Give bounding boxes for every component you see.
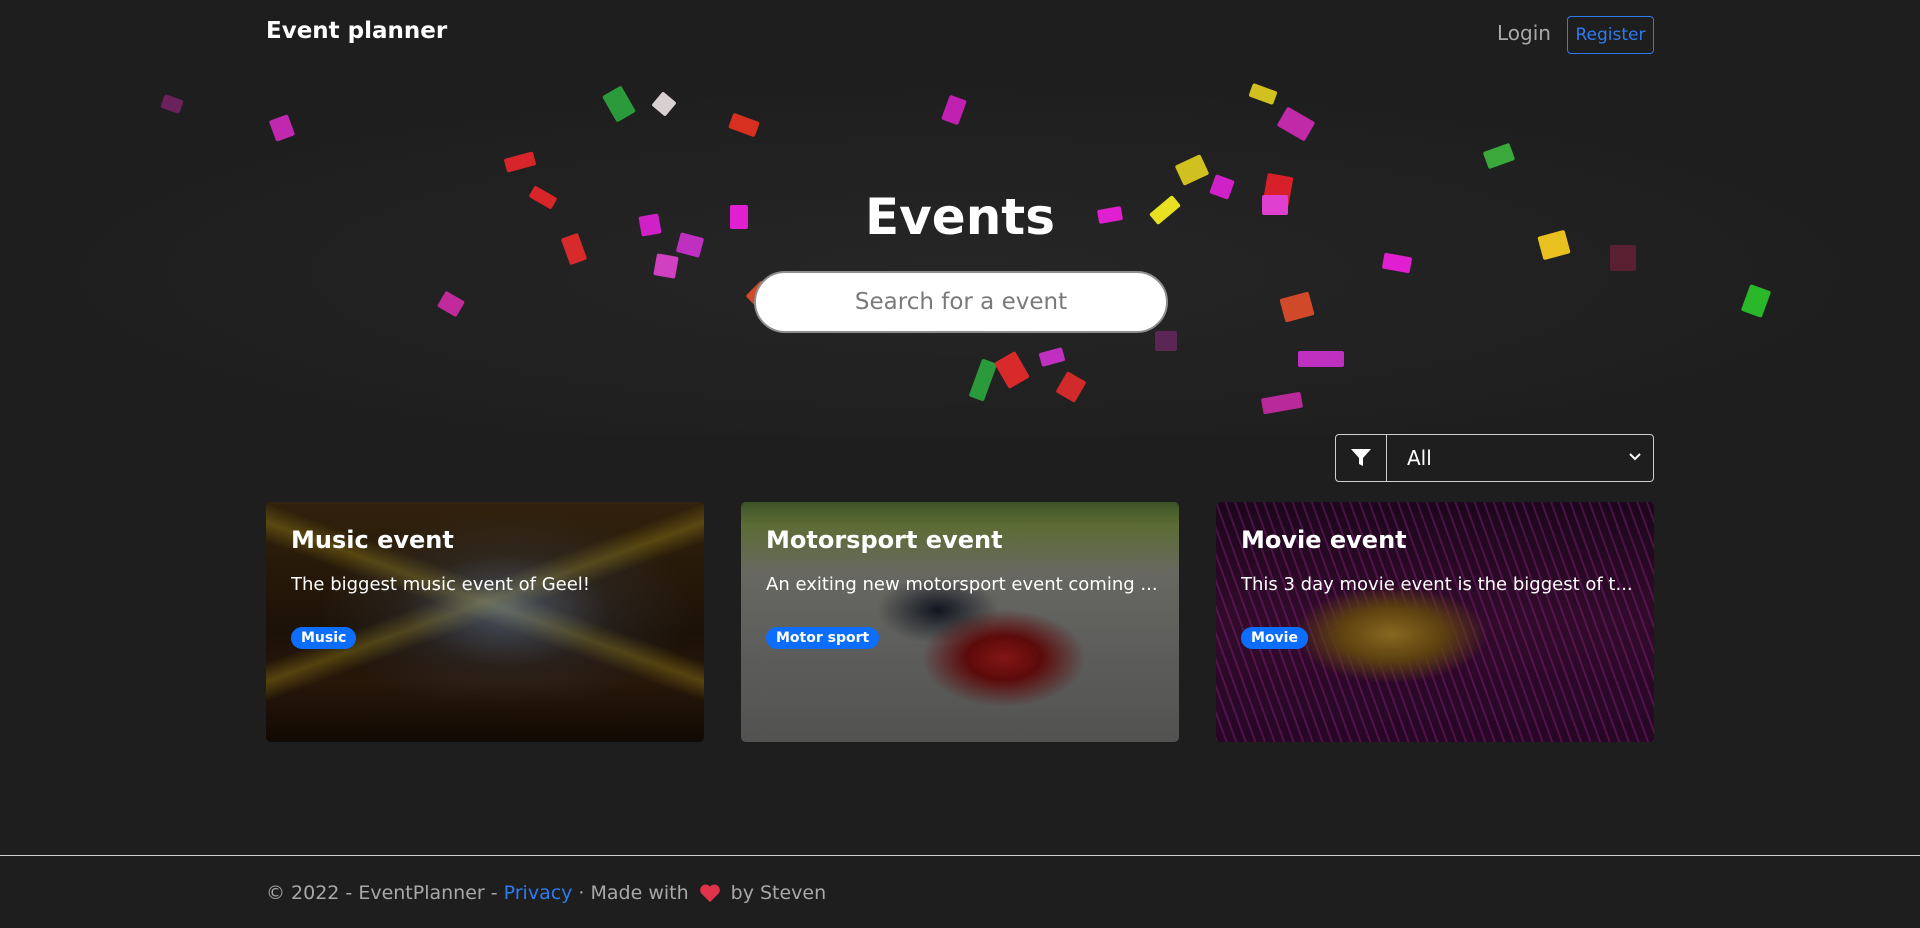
register-button[interactable]: Register	[1567, 16, 1654, 54]
event-title: Movie event	[1241, 526, 1407, 554]
event-description: An exiting new motorsport event coming .…	[766, 574, 1158, 595]
made-with-text: · Made with	[578, 882, 689, 904]
footer-text: © 2022 - EventPlanner - Privacy · Made w…	[266, 882, 826, 904]
footer: © 2022 - EventPlanner - Privacy · Made w…	[0, 855, 1920, 928]
event-title: Music event	[291, 526, 454, 554]
chevron-down-icon	[1629, 453, 1641, 461]
page-title: Events	[865, 188, 1055, 246]
event-description: This 3 day movie event is the biggest of…	[1241, 574, 1633, 595]
event-card-music[interactable]: Music event The biggest music event of G…	[266, 502, 704, 742]
brand-link[interactable]: Event planner	[266, 18, 447, 44]
copyright-text: © 2022 - EventPlanner -	[266, 882, 498, 904]
event-description: The biggest music event of Geel!	[291, 574, 591, 595]
login-link[interactable]: Login	[1497, 21, 1551, 45]
category-badge: Music	[291, 627, 357, 649]
event-title: Motorsport event	[766, 526, 1003, 554]
event-card-movie[interactable]: Movie event This 3 day movie event is th…	[1216, 502, 1654, 742]
category-filter[interactable]: All	[1335, 434, 1654, 482]
filter-icon	[1336, 435, 1387, 481]
navbar: Event planner Login Register	[0, 0, 1920, 70]
category-select[interactable]: All	[1387, 435, 1653, 481]
hero-banner	[0, 75, 1920, 435]
category-badge: Motor sport	[766, 627, 880, 649]
heart-icon	[699, 884, 720, 903]
privacy-link[interactable]: Privacy	[504, 882, 573, 904]
event-card-motorsport[interactable]: Motorsport event An exiting new motorspo…	[741, 502, 1179, 742]
category-badge: Movie	[1241, 627, 1308, 649]
author-text: by Steven	[730, 882, 827, 904]
search-input[interactable]	[754, 271, 1168, 333]
category-select-value: All	[1407, 446, 1432, 470]
